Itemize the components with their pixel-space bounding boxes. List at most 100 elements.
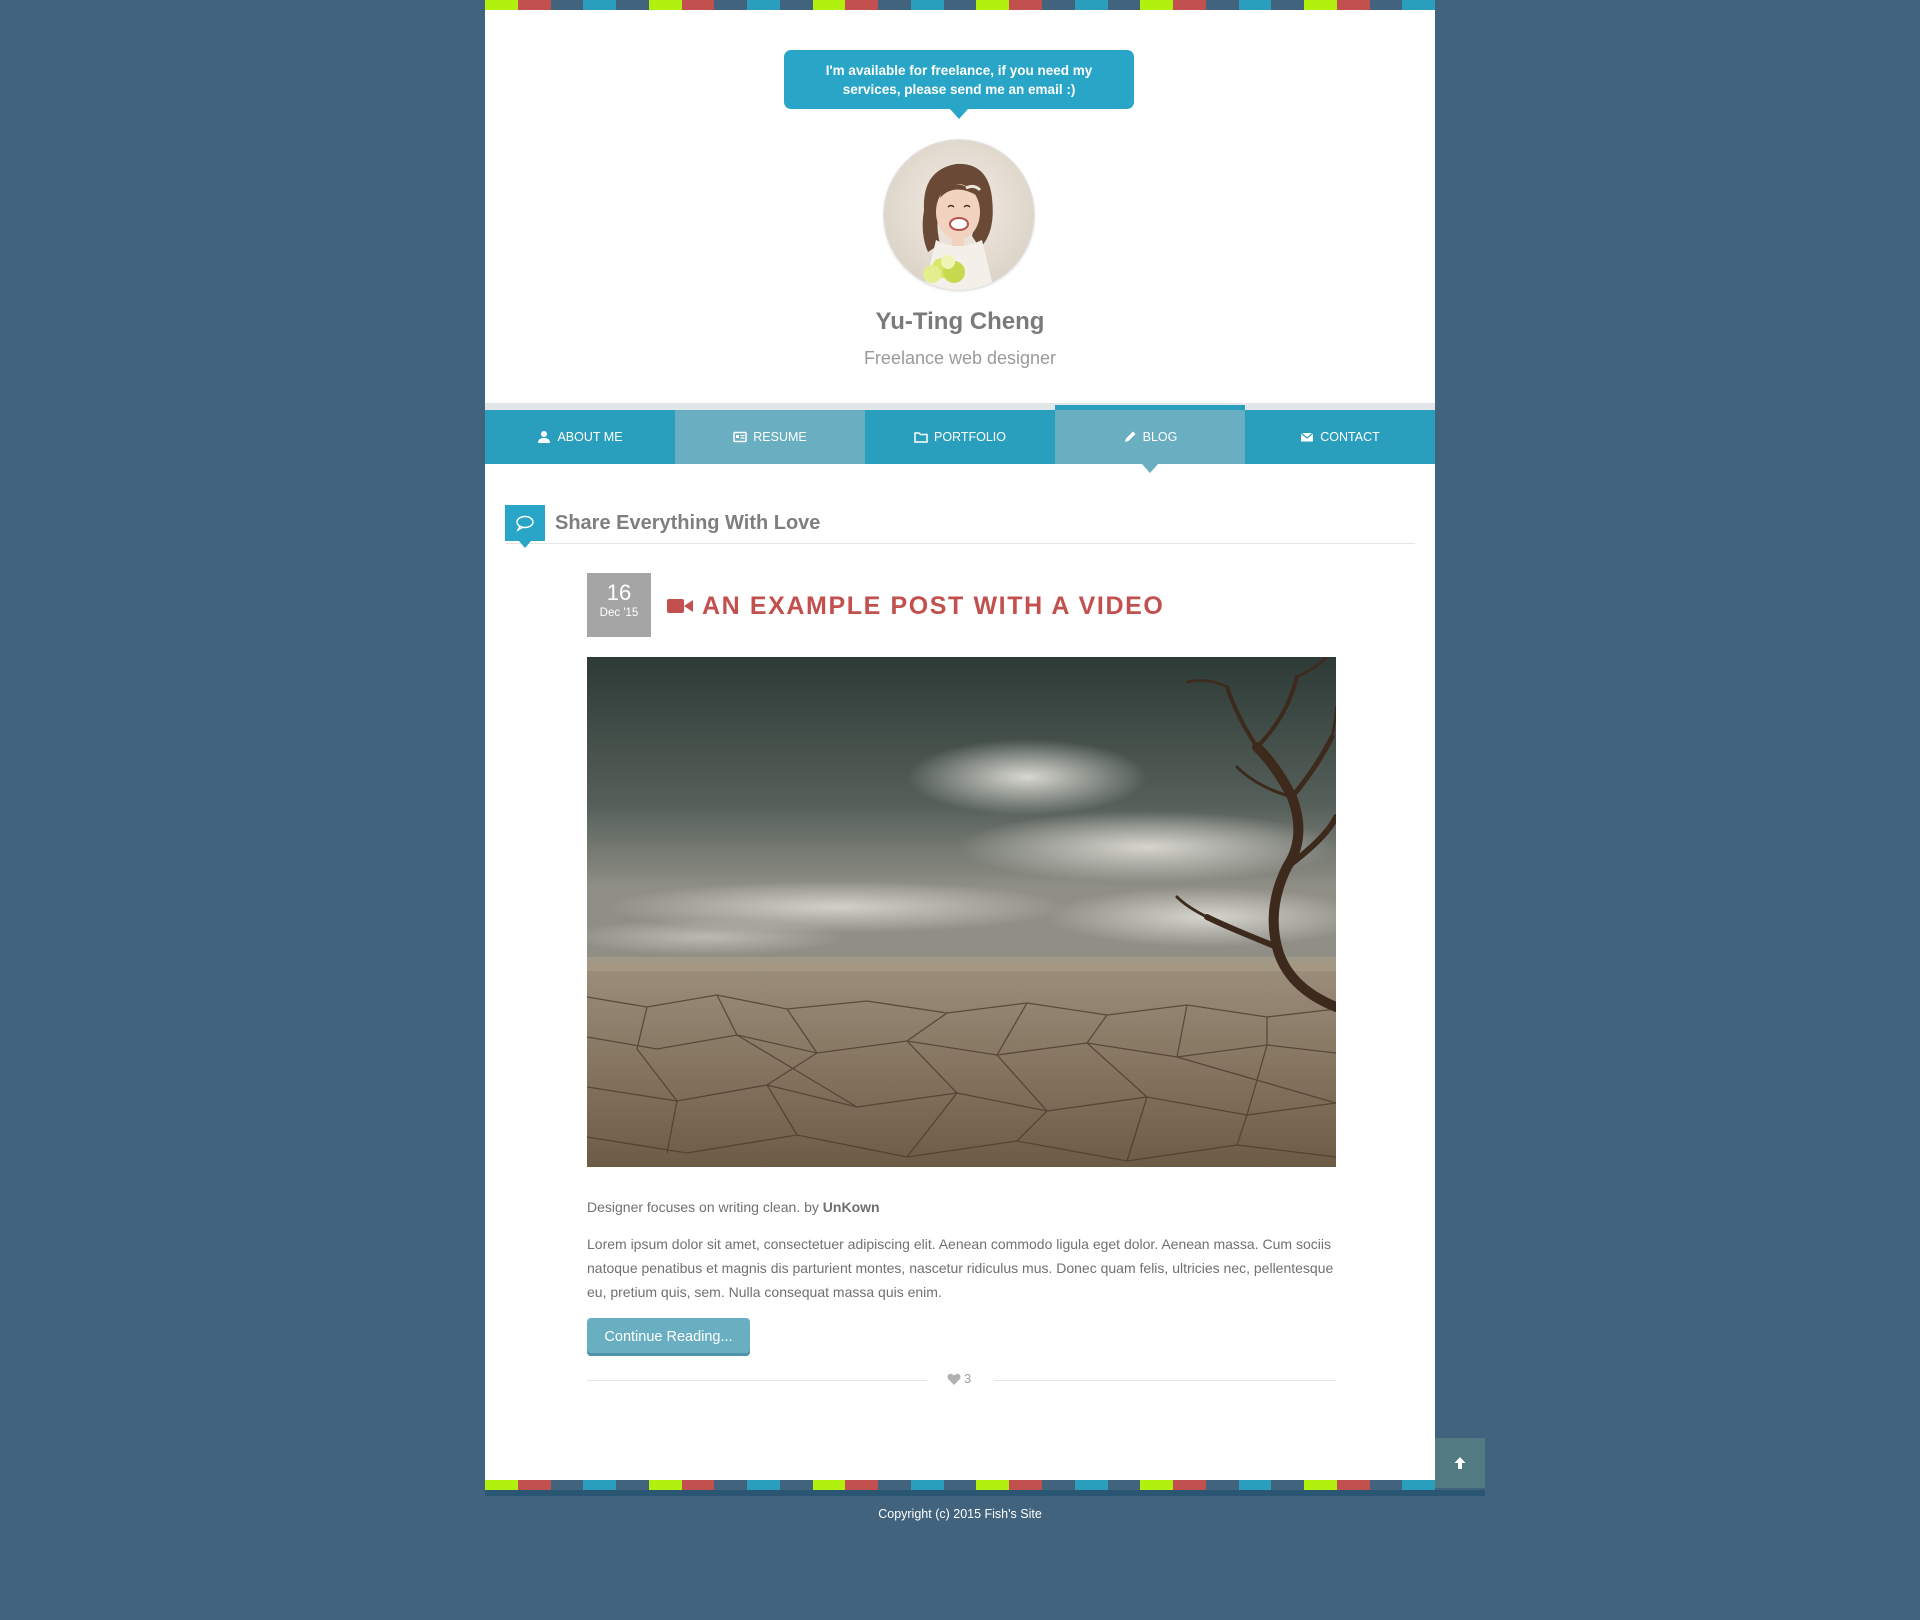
stripe-segment [878, 0, 911, 10]
stripe-segment [878, 1480, 911, 1490]
stripe-segment [1140, 1480, 1174, 1490]
stripe-segment [845, 0, 879, 10]
stripe-segment [779, 1480, 813, 1490]
stripe-segment [910, 1480, 944, 1490]
stripe-segment [517, 1480, 551, 1490]
profile-name: Yu-Ting Cheng [875, 308, 1045, 335]
post-byline-text: Designer focuses on writing clean. by [587, 1199, 823, 1215]
stripe-segment [1074, 1480, 1108, 1490]
stripe-segment [1402, 0, 1436, 10]
heart-icon [947, 1373, 961, 1385]
bottom-color-stripe [485, 1480, 1436, 1490]
stripe-segment [1205, 0, 1239, 10]
resume-icon [733, 431, 747, 443]
stripe-segment [1238, 1480, 1272, 1490]
stripe-segment [1107, 0, 1141, 10]
divider-right [994, 1380, 1336, 1381]
continue-reading-button[interactable]: Continue Reading... [587, 1318, 750, 1356]
stripe-segment [1205, 1480, 1239, 1490]
stripe-segment [976, 1480, 1010, 1490]
post-date-badge: 16 Dec '15 [587, 573, 651, 637]
stripe-segment [550, 1480, 584, 1490]
stripe-segment [976, 0, 1010, 10]
nav-item-about-me[interactable]: About Me [485, 410, 675, 464]
stripe-segment [747, 0, 780, 10]
stripe-segment [943, 1480, 977, 1490]
avatar-portrait-image [884, 140, 1034, 290]
stripe-segment [845, 1480, 879, 1490]
stripe-segment [648, 1480, 682, 1490]
post-author: UnKown [822, 1199, 880, 1215]
footer-copyright: Copyright (c) 2015 Fish's Site [878, 1507, 1042, 1521]
nav-item-label: Contact [1320, 430, 1380, 444]
post-date-month: Dec '15 [599, 607, 639, 619]
stripe-segment [779, 0, 813, 10]
stripe-segment [714, 1480, 748, 1490]
stripe-segment [681, 0, 715, 10]
stripe-segment [1402, 1480, 1436, 1490]
avatar [884, 140, 1034, 290]
stripe-segment [747, 1480, 780, 1490]
nav-item-blog[interactable]: Blog [1055, 405, 1245, 473]
post-likes[interactable]: 3 [947, 1371, 971, 1386]
post-title-link[interactable]: An Example Post With A Video [667, 589, 1164, 623]
post-featured-image [587, 657, 1336, 1167]
top-color-stripe [485, 0, 1436, 10]
profile-role: Freelance web designer [863, 348, 1057, 368]
stripe-segment [1009, 1480, 1043, 1490]
stripe-segment [583, 0, 617, 10]
stripe-segment [812, 1480, 846, 1490]
arrow-up-icon [1454, 1457, 1466, 1469]
stripe-segment [1369, 0, 1403, 10]
folder-icon [914, 432, 928, 443]
desert-tree-image [587, 657, 1336, 1167]
stripe-segment [1304, 0, 1337, 10]
back-to-top-button[interactable] [1435, 1438, 1485, 1488]
stripe-segment [1074, 0, 1108, 10]
pencil-icon [1124, 431, 1136, 442]
post-byline: Designer focuses on writing clean. by Un… [587, 1199, 880, 1215]
stripe-segment [1173, 1480, 1206, 1490]
stripe-segment [1369, 1480, 1403, 1490]
nav-item-label: Resume [753, 430, 807, 444]
divider-left [587, 1380, 927, 1381]
stripe-segment [1271, 0, 1305, 10]
stripe-segment [1238, 0, 1272, 10]
nav-item-resume[interactable]: Resume [675, 410, 865, 464]
post-title: An Example Post With A Video [702, 591, 1165, 620]
stripe-segment [517, 0, 551, 10]
nav-item-contact[interactable]: Contact [1245, 410, 1435, 464]
likes-count: 3 [964, 1371, 972, 1386]
page-container: I'm available for freelance, if you need… [485, 0, 1436, 1490]
freelance-speech-bubble: I'm available for freelance, if you need… [784, 50, 1134, 109]
envelope-icon [1300, 432, 1314, 442]
stripe-segment [1336, 0, 1370, 10]
stripe-segment [910, 0, 944, 10]
user-icon [538, 431, 551, 443]
stripe-segment [485, 1480, 518, 1490]
nav-item-label: Portfolio [933, 430, 1006, 444]
stripe-segment [1140, 0, 1174, 10]
stripe-segment [485, 0, 518, 10]
stripe-segment [1009, 0, 1043, 10]
stripe-segment [1336, 1480, 1370, 1490]
nav-item-portfolio[interactable]: Portfolio [865, 410, 1055, 464]
stripe-segment [714, 0, 748, 10]
stripe-segment [616, 0, 649, 10]
nav-item-label: Blog [1142, 430, 1178, 444]
speech-bubble-tail [950, 109, 968, 119]
stripe-segment [812, 0, 846, 10]
stripe-segment [1271, 1480, 1305, 1490]
section-title: Share Everything With Love [555, 512, 821, 534]
stripe-segment [616, 1480, 649, 1490]
post-excerpt: Lorem ipsum dolor sit amet, consectetuer… [587, 1236, 1334, 1300]
stripe-segment [1304, 1480, 1337, 1490]
stripe-segment [943, 0, 977, 10]
nav-top-border [485, 403, 1435, 410]
post-date-day: 16 [606, 580, 632, 605]
video-camera-icon [667, 599, 693, 613]
stripe-segment [550, 0, 584, 10]
stripe-segment [1173, 0, 1206, 10]
main-nav: About Me Resume Portfolio Blog [485, 405, 1435, 473]
stripe-segment [648, 0, 682, 10]
